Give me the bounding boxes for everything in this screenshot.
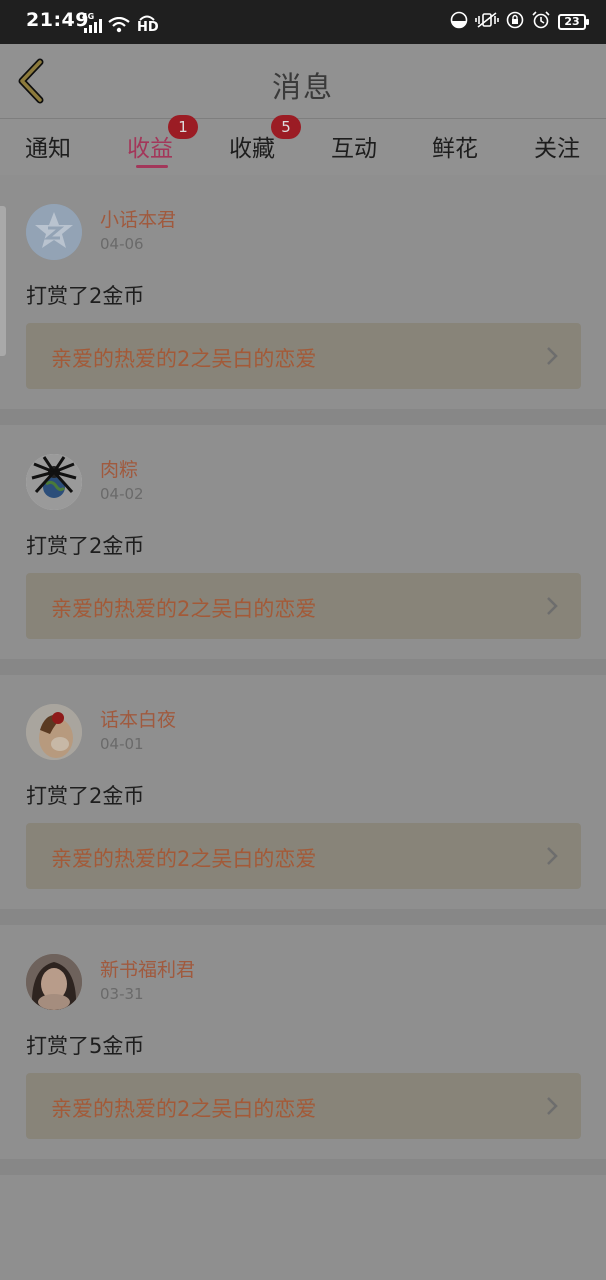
tab-label: 收益	[127, 136, 173, 162]
globe-avatar-icon	[26, 454, 82, 510]
girl-avatar-icon	[26, 704, 82, 760]
message-date: 03-31	[100, 985, 144, 1003]
username[interactable]: 肉粽	[100, 455, 138, 482]
hd-label: HD	[137, 20, 159, 35]
book-link[interactable]: 亲爱的热爱的2之吴白的恋爱	[26, 823, 581, 889]
chevron-right-icon	[547, 597, 558, 615]
portrait-avatar-icon	[26, 954, 82, 1010]
active-tab-indicator	[136, 165, 168, 168]
book-link[interactable]: 亲爱的热爱的2之吴白的恋爱	[26, 1073, 581, 1139]
favorites-badge: 5	[271, 115, 301, 139]
avatar[interactable]	[26, 704, 82, 760]
message-date: 04-06	[100, 235, 144, 253]
section-divider	[0, 659, 606, 675]
tab-label: 互动	[331, 136, 377, 162]
username[interactable]: 新书福利君	[100, 955, 195, 982]
message-item: 新书福利君 03-31 打赏了5金币 亲爱的热爱的2之吴白的恋爱	[0, 941, 606, 1175]
earnings-badge: 1	[168, 115, 198, 139]
message-date: 04-02	[100, 485, 144, 503]
page-title: 消息	[271, 70, 334, 104]
tab-label: 关注	[534, 136, 580, 162]
hd-icon: HD	[136, 15, 159, 35]
system-icons: 23	[450, 11, 589, 33]
tab-label: 鲜花	[432, 136, 478, 162]
side-drawer-handle[interactable]	[0, 206, 6, 356]
username[interactable]: 小话本君	[100, 205, 176, 232]
tab-interactions[interactable]: 互动	[331, 129, 377, 163]
tab-label: 通知	[25, 136, 71, 162]
book-title: 亲爱的热爱的2之吴白的恋爱	[51, 1097, 317, 1121]
tab-flowers[interactable]: 鲜花	[432, 129, 478, 163]
alarm-icon	[531, 11, 551, 33]
username[interactable]: 话本白夜	[100, 705, 176, 732]
wifi-icon	[108, 16, 130, 33]
header: 消息	[0, 44, 606, 118]
message-item: 小话本君 04-06 打赏了2金币 亲爱的热爱的2之吴白的恋爱	[0, 191, 606, 425]
tab-label: 收藏	[229, 136, 275, 162]
battery-icon: 23	[558, 14, 589, 30]
network-indicators: 4G HD	[82, 12, 159, 37]
avatar[interactable]	[26, 454, 82, 510]
tab-favorites[interactable]: 收藏 5	[229, 115, 301, 163]
pie-icon	[450, 11, 468, 33]
message-text: 打赏了2金币	[26, 534, 145, 558]
status-time: 21:49	[26, 9, 89, 31]
avatar[interactable]	[26, 954, 82, 1010]
vibrate-mute-icon	[475, 11, 499, 33]
book-title: 亲爱的热爱的2之吴白的恋爱	[51, 847, 317, 871]
message-text: 打赏了2金币	[26, 784, 145, 808]
tab-bar: 通知 收益 1 收藏 5 互动 鲜花 关注	[0, 115, 606, 175]
book-title: 亲爱的热爱的2之吴白的恋爱	[51, 347, 317, 371]
tab-earnings[interactable]: 收益 1	[127, 115, 198, 163]
book-link[interactable]: 亲爱的热爱的2之吴白的恋爱	[26, 573, 581, 639]
message-item: 话本白夜 04-01 打赏了2金币 亲爱的热爱的2之吴白的恋爱	[0, 691, 606, 925]
chevron-right-icon	[547, 347, 558, 365]
section-divider	[0, 1159, 606, 1175]
app-screen: 消息 通知 收益 1 收藏 5 互动 鲜花 关注 小话本君 04-06 打赏了2…	[0, 44, 606, 1280]
default-avatar-icon	[26, 204, 82, 260]
tab-notifications[interactable]: 通知	[25, 129, 71, 163]
tab-following[interactable]: 关注	[534, 129, 580, 163]
lock-rotation-icon	[506, 11, 524, 33]
battery-level: 23	[564, 15, 580, 28]
section-divider	[0, 409, 606, 425]
status-bar: 21:49 4G HD 23	[0, 0, 606, 44]
avatar[interactable]	[26, 204, 82, 260]
book-link[interactable]: 亲爱的热爱的2之吴白的恋爱	[26, 323, 581, 389]
book-title: 亲爱的热爱的2之吴白的恋爱	[51, 597, 317, 621]
chevron-right-icon	[547, 847, 558, 865]
message-date: 04-01	[100, 735, 144, 753]
message-text: 打赏了2金币	[26, 284, 145, 308]
message-text: 打赏了5金币	[26, 1034, 145, 1058]
message-item: 肉粽 04-02 打赏了2金币 亲爱的热爱的2之吴白的恋爱	[0, 441, 606, 675]
chevron-right-icon	[547, 1097, 558, 1115]
signal-icon: 4G	[82, 12, 102, 33]
section-divider	[0, 909, 606, 925]
